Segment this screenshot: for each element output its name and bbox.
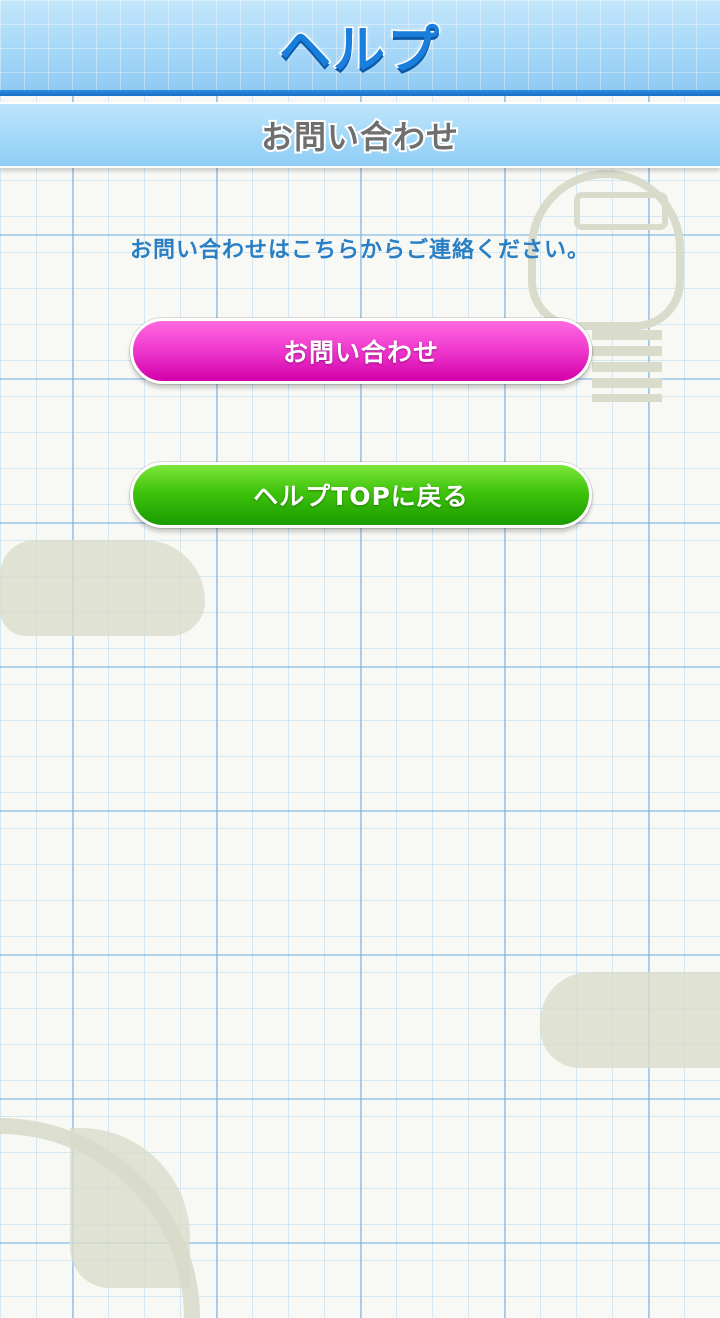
help-top-button[interactable]: ヘルプTOPに戻る <box>130 462 592 528</box>
contact-message: お問い合わせはこちらからご連絡ください。 <box>129 238 590 263</box>
page-title: ヘルプ <box>277 19 441 82</box>
leaf-outline-decoration <box>0 1118 200 1318</box>
header-divider <box>0 90 720 96</box>
lightbulb-base-decoration <box>592 330 662 402</box>
app-header: ヘルプ <box>0 0 720 90</box>
contact-button[interactable]: お問い合わせ <box>130 318 592 384</box>
contact-button-label: お問い合わせ <box>282 338 439 367</box>
lightbulb-filament-decoration <box>574 192 668 230</box>
cloud-decoration-icon <box>540 972 720 1068</box>
section-header: お問い合わせ <box>0 102 720 168</box>
cloud-decoration-icon <box>0 540 205 636</box>
help-top-button-label: ヘルプTOPに戻る <box>253 482 469 511</box>
section-title: お問い合わせ <box>259 116 460 158</box>
